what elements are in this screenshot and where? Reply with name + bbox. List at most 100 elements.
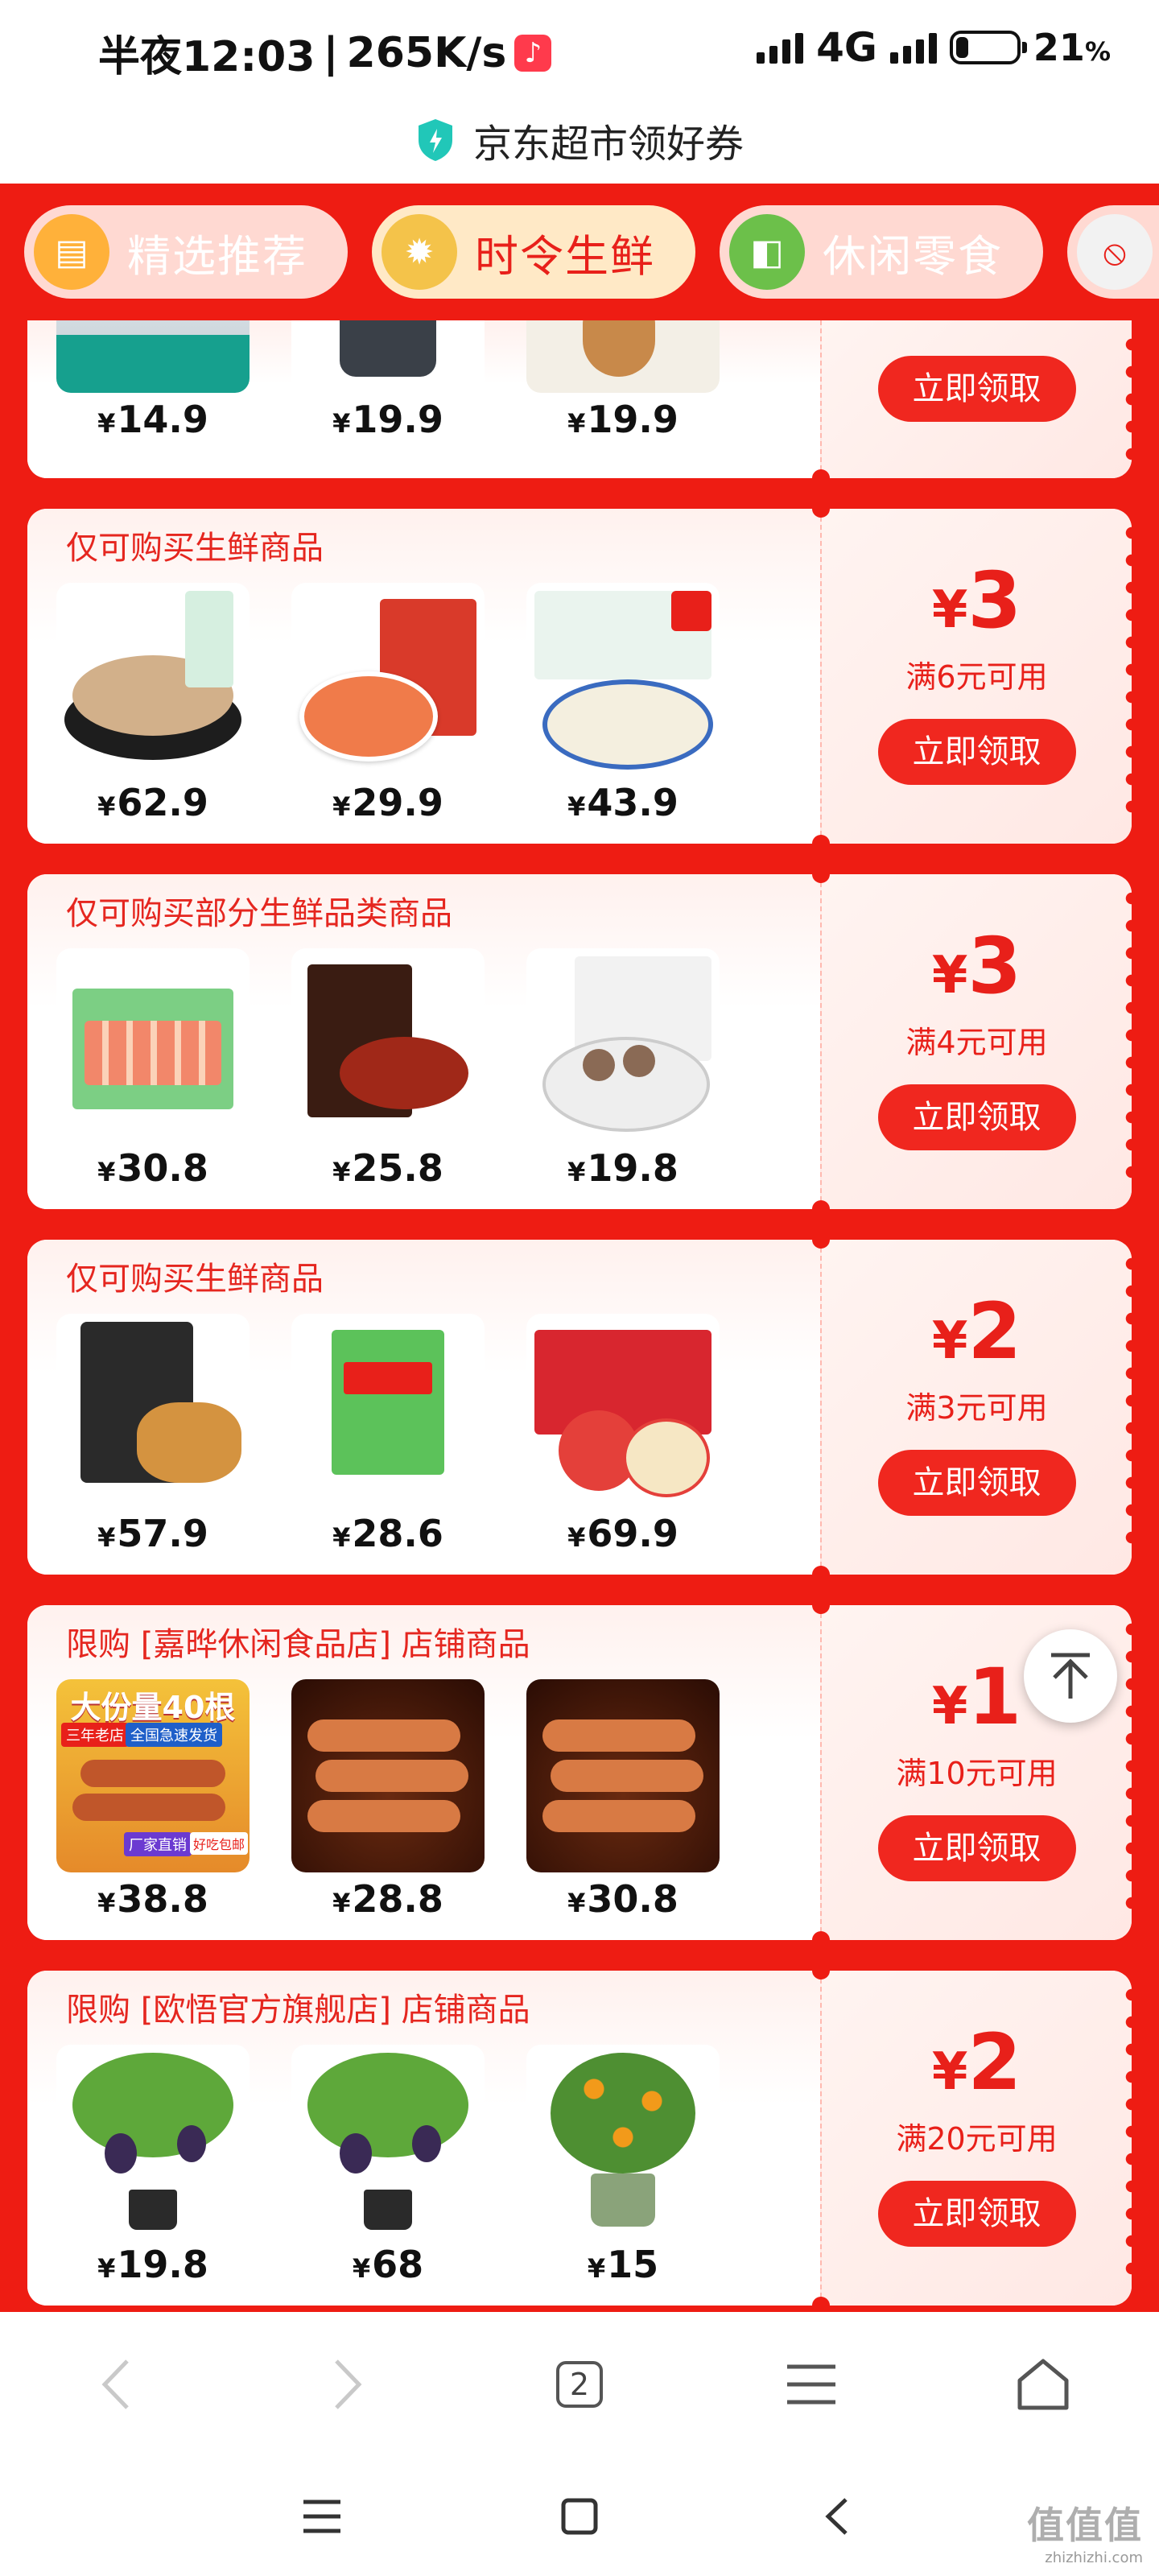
product-item[interactable]: ¥30.8	[526, 1679, 720, 1921]
product-item[interactable]: ¥30.8	[56, 948, 250, 1190]
back-to-top-button[interactable]	[1024, 1629, 1117, 1723]
tab-toys[interactable]: ⦸ 玩	[1067, 205, 1159, 299]
durian-icon: ✹	[382, 214, 457, 290]
home-icon	[1017, 2359, 1069, 2410]
kumquat-tree-image	[526, 2045, 720, 2238]
page-title: 京东超市领好券	[472, 122, 744, 167]
coupon-value-area: ¥2 满20元可用 立即领取	[820, 1971, 1132, 2306]
product-item[interactable]: ¥28.8	[291, 1679, 485, 1921]
tabs-button[interactable]: 2	[531, 2344, 628, 2425]
product-price: ¥69.9	[567, 1512, 678, 1555]
tab-snacks[interactable]: ◧ 休闲零食	[720, 205, 1043, 299]
chevron-right-icon	[335, 2359, 362, 2409]
coupon-icon: ▤	[34, 214, 109, 290]
product-item[interactable]: ¥19.9	[291, 320, 485, 441]
watermark: 值值值 zhizhizhi.com	[1027, 2504, 1143, 2566]
card-products-area: 仅可购买部分生鲜品类商品 ¥30.8 ¥25.8 ¥19.8	[27, 874, 820, 1209]
back-button[interactable]	[68, 2344, 164, 2425]
product-item[interactable]: ¥69.9	[526, 1314, 720, 1555]
system-home-button[interactable]	[531, 2476, 628, 2557]
product-badge: 三年老店	[61, 1723, 129, 1747]
menu-icon	[787, 2364, 835, 2405]
product-item[interactable]: ¥15	[526, 2045, 720, 2286]
claim-button[interactable]: 立即领取	[877, 719, 1076, 785]
claim-button[interactable]: 立即领取	[877, 2181, 1076, 2247]
battery-icon	[949, 31, 1027, 64]
coupon-card: ¥14.9 ¥19.9 ¥19.9 立即领取	[27, 320, 1132, 478]
product-item[interactable]: ¥62.9	[56, 583, 250, 824]
product-price: ¥29.9	[332, 781, 443, 824]
coupon-card: 限购 [欧悟官方旗舰店] 店铺商品 ¥19.8 ¥68 ¥15 ¥2 满20元可…	[27, 1971, 1132, 2306]
arrow-up-icon	[1051, 1653, 1090, 1699]
claim-button[interactable]: 立即领取	[877, 1815, 1076, 1881]
card-products-area: 限购 [欧悟官方旗舰店] 店铺商品 ¥19.8 ¥68 ¥15	[27, 1971, 820, 2306]
coupon-edge	[1120, 336, 1132, 462]
product-item[interactable]: ¥68	[291, 2045, 485, 2286]
crab-stick-image	[56, 948, 250, 1141]
home-button[interactable]	[995, 2344, 1091, 2425]
tab-featured[interactable]: ▤ 精选推荐	[24, 205, 348, 299]
shield-icon	[418, 119, 452, 161]
signal-icon	[757, 31, 804, 64]
product-item[interactable]: ¥57.9	[56, 1314, 250, 1555]
tiktok-notification-icon: ♪	[514, 34, 552, 72]
product-item[interactable]: ¥19.8	[56, 2045, 250, 2286]
card-products-area: ¥14.9 ¥19.9 ¥19.9	[27, 320, 820, 478]
product-price: ¥30.8	[567, 1877, 678, 1921]
network-type: 4G	[816, 24, 877, 71]
coupon-amount: ¥2	[931, 2017, 1022, 2107]
product-price: ¥15	[587, 2243, 659, 2286]
coupon-value-area: 立即领取	[820, 320, 1132, 478]
sausages-image	[526, 1679, 720, 1872]
coupon-amount: ¥3	[931, 921, 1022, 1011]
product-price: ¥57.9	[97, 1512, 208, 1555]
coupon-value-area: ¥2 满3元可用 立即领取	[820, 1240, 1132, 1575]
status-right: 4G 21%	[757, 24, 1111, 71]
status-speed: 265K/s	[346, 28, 507, 77]
card-products-area: 仅可购买生鲜商品 ¥57.9 ¥28.6 ¥69.9	[27, 1240, 820, 1575]
coupon-condition: 满10元可用	[896, 1756, 1058, 1791]
recent-apps-button[interactable]	[274, 2476, 370, 2557]
coupon-card: 仅可购买生鲜商品 ¥62.9 ¥29.9 ¥43.9 ¥3 满6元可用 立即领取	[27, 509, 1132, 844]
grape-tree-image	[56, 2045, 250, 2238]
product-price: ¥25.8	[332, 1146, 443, 1190]
tab-label: 精选推荐	[127, 230, 307, 282]
product-price: ¥19.9	[567, 398, 678, 441]
status-time: 半夜12:03	[98, 33, 316, 81]
product-item[interactable]: ¥25.8	[291, 948, 485, 1190]
browser-toolbar: 2	[0, 2312, 1159, 2457]
claim-button[interactable]: 立即领取	[877, 1450, 1076, 1516]
product-item[interactable]: ¥43.9	[526, 583, 720, 824]
coupon-card: 仅可购买部分生鲜品类商品 ¥30.8 ¥25.8 ¥19.8 ¥3 满4元可用 …	[27, 874, 1132, 1209]
tab-seasonal-fresh[interactable]: ✹ 时令生鲜	[372, 205, 695, 299]
tab-count-badge: 2	[556, 2361, 603, 2408]
claim-button[interactable]: 立即领取	[877, 356, 1076, 422]
product-item[interactable]: ¥14.9	[56, 320, 250, 441]
grape-tree-image	[291, 2045, 485, 2238]
system-back-button[interactable]	[789, 2476, 885, 2557]
menu-button[interactable]	[763, 2344, 860, 2425]
category-tabs: ▤ 精选推荐 ✹ 时令生鲜 ◧ 休闲零食 ⦸ 玩	[0, 184, 1159, 320]
shaomai-image	[291, 1314, 485, 1507]
status-left: 半夜12:03 | 265K/s ♪	[98, 23, 552, 83]
chevron-left-icon	[825, 2498, 848, 2535]
apple-box-image	[526, 1314, 720, 1507]
claim-button[interactable]: 立即领取	[877, 1084, 1076, 1150]
product-item[interactable]: 大份量40根 三年老店 全国急速发货 厂家直销 好吃包邮 ¥38.8	[56, 1679, 250, 1921]
product-item[interactable]: ¥19.8	[526, 948, 720, 1190]
product-item[interactable]: ¥28.6	[291, 1314, 485, 1555]
forward-button[interactable]	[299, 2344, 396, 2425]
product-badge: 好吃包邮	[190, 1832, 249, 1855]
coupon-restriction: 限购 [嘉晔休闲食品店] 店铺商品	[66, 1626, 530, 1663]
card-products-area: 限购 [嘉晔休闲食品店] 店铺商品 大份量40根 三年老店 全国急速发货 厂家直…	[27, 1605, 820, 1940]
product-item[interactable]: ¥29.9	[291, 583, 485, 824]
card-products-area: 仅可购买生鲜商品 ¥62.9 ¥29.9 ¥43.9	[27, 509, 820, 844]
coupon-info: ¥2 满3元可用 立即领取	[822, 1293, 1132, 1516]
coupon-restriction: 仅可购买部分生鲜品类商品	[66, 895, 452, 932]
coupon-condition: 满20元可用	[896, 2121, 1058, 2157]
product-price: ¥19.9	[332, 398, 443, 441]
toy-icon: ⦸	[1077, 214, 1153, 290]
product-item[interactable]: ¥19.9	[526, 320, 720, 441]
coupon-restriction: 仅可购买生鲜商品	[66, 1261, 324, 1298]
beef-slices-image	[291, 948, 485, 1141]
